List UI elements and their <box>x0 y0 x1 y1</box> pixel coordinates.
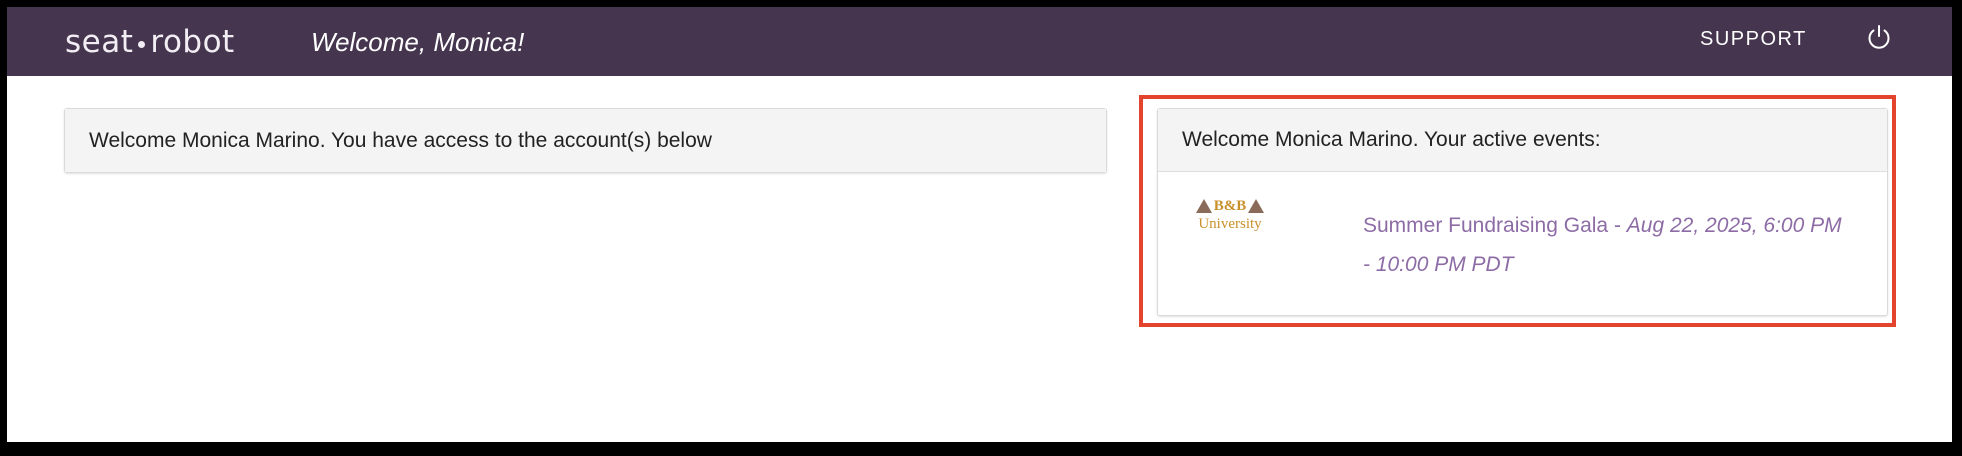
logo-text-bottom: University <box>1198 216 1262 232</box>
support-link[interactable]: SUPPORT <box>1700 29 1807 49</box>
event-link[interactable]: Summer Fundraising Gala - Aug 22, 2025, … <box>1363 206 1853 284</box>
triangle-icon <box>1248 199 1265 213</box>
active-events-panel: Welcome Monica Marino. Your active event… <box>1157 108 1888 316</box>
logo-text-top: B&B <box>1213 197 1247 214</box>
top-navbar: seat robot Welcome, Monica! SUPPORT <box>7 7 1952 76</box>
event-item: B&B University Summer Fundraising Gala -… <box>1158 172 1887 312</box>
brand-right-text: robot <box>150 24 235 60</box>
page-frame: seat robot Welcome, Monica! SUPPORT Welc… <box>7 7 1952 442</box>
event-name: Summer Fundraising Gala <box>1363 214 1609 237</box>
organization-logo: B&B University <box>1192 196 1268 236</box>
logout-button[interactable] <box>1864 22 1894 52</box>
event-separator: - <box>1608 214 1627 237</box>
brand-logo[interactable]: seat robot <box>65 27 235 58</box>
triangle-icon <box>1195 199 1212 213</box>
accounts-panel-heading: Welcome Monica Marino. You have access t… <box>65 109 1106 172</box>
brand-dot <box>138 41 146 48</box>
welcome-greeting: Welcome, Monica! <box>311 27 525 57</box>
brand-left-text: seat <box>65 24 134 60</box>
accounts-panel: Welcome Monica Marino. You have access t… <box>64 108 1107 173</box>
power-icon <box>1868 25 1890 49</box>
events-panel-heading: Welcome Monica Marino. Your active event… <box>1158 109 1887 172</box>
